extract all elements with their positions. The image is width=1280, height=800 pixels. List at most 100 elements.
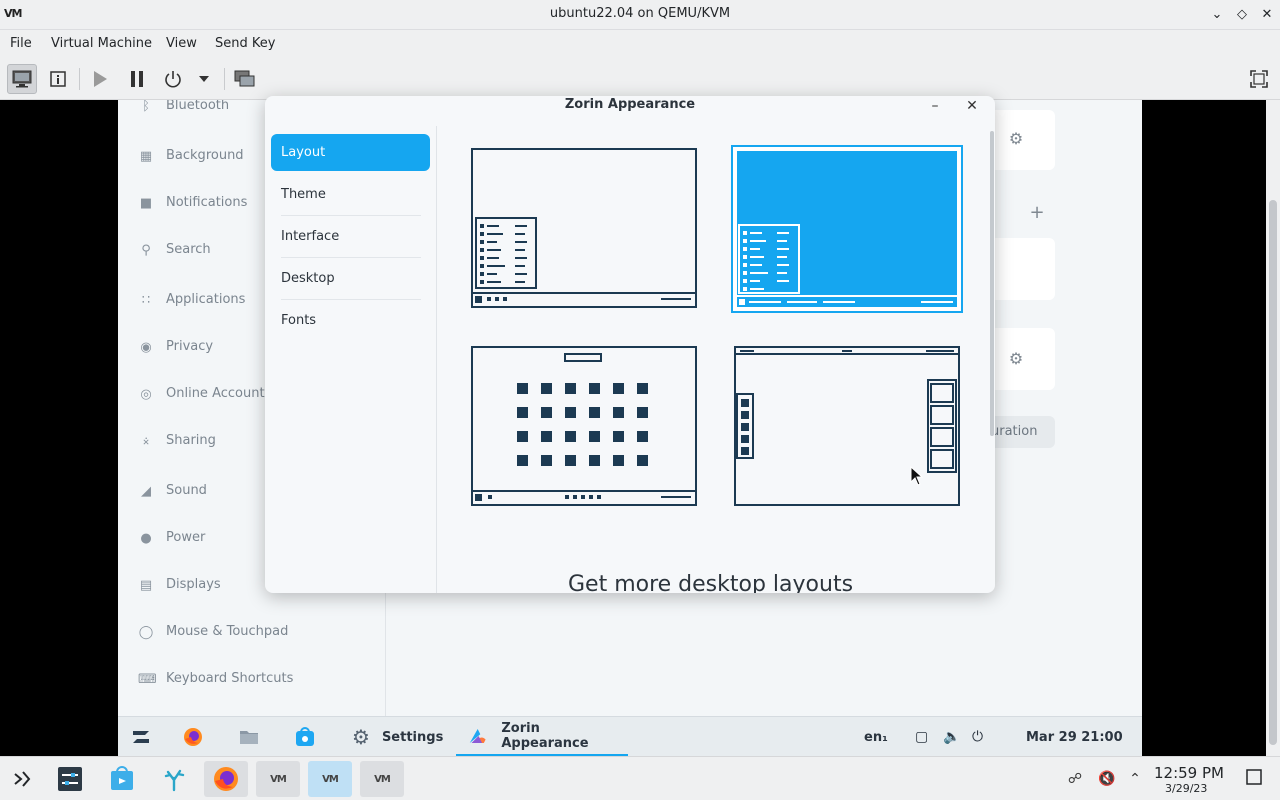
firefox-launcher[interactable] bbox=[182, 725, 204, 749]
console-view-button[interactable] bbox=[7, 64, 37, 94]
shutdown-menu-button[interactable] bbox=[190, 64, 218, 94]
menubar: File Virtual Machine View Send Key bbox=[0, 30, 1280, 58]
dialog-title: Zorin Appearance bbox=[564, 97, 696, 112]
sidebar-item-label: Sharing bbox=[166, 433, 216, 448]
vm-icon: VM bbox=[322, 773, 339, 785]
host-clock-date[interactable]: 3/29/23 bbox=[1165, 782, 1207, 795]
layout-option-app-grid[interactable] bbox=[471, 346, 697, 508]
layout-option-windows[interactable] bbox=[471, 148, 697, 310]
viewer-scrollbar[interactable] bbox=[1266, 100, 1280, 756]
applications-icon: ∷ bbox=[141, 293, 151, 308]
nav-label: Theme bbox=[281, 187, 326, 202]
firefox-icon bbox=[184, 728, 202, 746]
menu-file[interactable]: File bbox=[10, 36, 32, 51]
software-launcher[interactable] bbox=[294, 725, 316, 749]
host-clock-time[interactable]: 12:59 PM bbox=[1154, 764, 1224, 782]
task-settings[interactable]: ⚙ Settings bbox=[344, 717, 451, 756]
close-button[interactable]: ✕ bbox=[1256, 4, 1278, 26]
files-launcher[interactable] bbox=[238, 725, 260, 749]
show-desktop-button[interactable] bbox=[1244, 769, 1264, 789]
privacy-icon: ◉ bbox=[140, 340, 152, 355]
keyboard-layout-indicator[interactable]: en₁ bbox=[864, 725, 888, 749]
sidebar-item-label: Background bbox=[166, 148, 244, 163]
nav-layout[interactable]: Layout bbox=[271, 134, 430, 171]
menu-view[interactable]: View bbox=[166, 36, 197, 51]
dialog-minimize-button[interactable]: – bbox=[924, 96, 946, 116]
nav-desktop[interactable]: Desktop bbox=[271, 260, 430, 297]
online-accounts-icon: ◎ bbox=[140, 387, 152, 402]
system-settings-launcher[interactable] bbox=[48, 761, 92, 797]
nav-fonts[interactable]: Fonts bbox=[271, 302, 430, 339]
power-tray-button[interactable]: ⏻ bbox=[972, 725, 983, 749]
sidebar-item-mouse-touchpad[interactable]: ◯ Mouse & Touchpad bbox=[118, 614, 386, 654]
sidebar-item-label: Online Accounts bbox=[166, 386, 272, 401]
layout-preview-selected bbox=[731, 145, 963, 313]
power-icon bbox=[165, 71, 181, 88]
firefox-icon bbox=[214, 767, 238, 791]
tray-expand-button[interactable]: ⌃ bbox=[1125, 769, 1145, 789]
snapshots-icon bbox=[234, 70, 255, 87]
close-icon: ✕ bbox=[1261, 7, 1273, 22]
discover-launcher[interactable] bbox=[100, 761, 144, 797]
notifications-icon: ■ bbox=[139, 196, 153, 211]
software-store-icon bbox=[296, 727, 314, 746]
vm-icon: VM bbox=[270, 773, 287, 785]
zorin-logo-icon bbox=[133, 731, 149, 743]
details-view-button[interactable] bbox=[43, 64, 73, 94]
dialog-close-button[interactable]: ✕ bbox=[961, 96, 983, 116]
network-tray-button[interactable]: ☍ bbox=[1065, 769, 1085, 789]
notification-tray-button[interactable]: ▢ bbox=[915, 725, 928, 749]
show-desktop-icon bbox=[1246, 769, 1262, 785]
virt-manager-task-1[interactable]: VM bbox=[256, 761, 300, 797]
nav-label: Desktop bbox=[281, 271, 335, 286]
sidebar-item-label: Mouse & Touchpad bbox=[166, 624, 289, 639]
vm-icon: VM bbox=[374, 773, 391, 785]
nav-divider bbox=[281, 299, 421, 300]
dialog-nav: Layout Theme Interface Desktop Fonts bbox=[265, 126, 437, 593]
zorin-panel: ⚙ Settings Zorin Appearance en₁ ▢ 🔈 ⏻ Ma… bbox=[118, 716, 1142, 756]
maximize-button[interactable]: ◇ bbox=[1231, 4, 1253, 26]
run-button[interactable] bbox=[85, 64, 115, 94]
volume-tray-button[interactable]: 🔈 bbox=[943, 725, 960, 749]
scrollbar-thumb[interactable] bbox=[1269, 200, 1277, 745]
shutdown-button[interactable] bbox=[158, 64, 188, 94]
gear-icon[interactable]: ⚙ bbox=[1007, 130, 1025, 148]
layout-preview bbox=[734, 346, 960, 506]
virt-manager-task-2[interactable]: VM bbox=[308, 761, 352, 797]
snapshots-button[interactable] bbox=[230, 64, 260, 94]
fullscreen-button[interactable] bbox=[1244, 64, 1274, 94]
pause-button[interactable] bbox=[122, 64, 152, 94]
layout-option-windows-selected[interactable] bbox=[731, 145, 963, 313]
add-icon[interactable]: + bbox=[1028, 204, 1046, 222]
virt-manager-task-3[interactable]: VM bbox=[360, 761, 404, 797]
nav-label: Fonts bbox=[281, 313, 317, 328]
app-launcher-button[interactable] bbox=[0, 761, 44, 797]
krita-launcher[interactable] bbox=[152, 761, 196, 797]
zorin-appearance-dialog: Zorin Appearance – ✕ Layout Theme Interf… bbox=[265, 96, 995, 593]
guest-clock[interactable]: Mar 29 21:00 bbox=[1026, 725, 1123, 749]
sidebar-item-label: Sound bbox=[166, 483, 207, 498]
minimize-button[interactable]: ⌄ bbox=[1206, 4, 1228, 26]
gear-icon[interactable]: ⚙ bbox=[1007, 350, 1025, 368]
zorin-menu-button[interactable] bbox=[130, 725, 152, 749]
discover-icon bbox=[111, 766, 133, 790]
task-zorin-appearance[interactable]: Zorin Appearance bbox=[456, 717, 628, 756]
layout-option-top-bar-dock[interactable] bbox=[734, 346, 960, 508]
nav-interface[interactable]: Interface bbox=[271, 218, 430, 255]
monitor-icon bbox=[12, 70, 32, 88]
nav-theme[interactable]: Theme bbox=[271, 176, 430, 213]
background-icon: ▦ bbox=[139, 149, 153, 164]
sidebar-item-label: Search bbox=[166, 242, 211, 257]
sidebar-item-keyboard-shortcuts[interactable]: ⌨ Keyboard Shortcuts bbox=[118, 661, 386, 701]
power-icon: ● bbox=[140, 531, 152, 546]
menu-send-key[interactable]: Send Key bbox=[215, 36, 275, 51]
caret-down-icon bbox=[199, 76, 209, 82]
layout-chooser: Get more desktop layouts bbox=[438, 126, 995, 593]
layout-preview bbox=[471, 346, 697, 506]
info-icon bbox=[50, 71, 66, 87]
sidebar-item-label: Notifications bbox=[166, 195, 248, 210]
volume-tray-button[interactable]: 🔇 bbox=[1097, 769, 1117, 789]
menu-virtual-machine[interactable]: Virtual Machine bbox=[51, 36, 152, 51]
firefox-launcher[interactable] bbox=[204, 761, 248, 797]
dialog-scrollbar[interactable] bbox=[990, 131, 994, 436]
